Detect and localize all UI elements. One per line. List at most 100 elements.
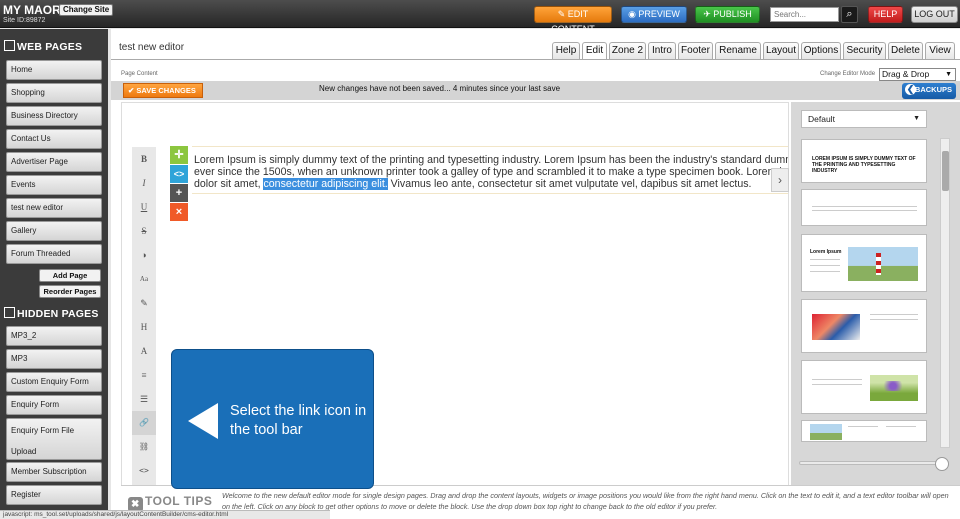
tab-edit[interactable]: Edit	[582, 42, 607, 59]
layout-thumbnail[interactable]	[801, 189, 927, 226]
thumbnail-title: LOREM IPSUM IS SIMPLY DUMMY TEXT OF THE …	[812, 156, 916, 174]
text-line	[812, 206, 917, 207]
sidebar-item-enquiry-form-file-upload[interactable]: Enquiry Form File Upload	[6, 418, 102, 460]
layout-thumbnail[interactable]	[801, 360, 927, 414]
font-color-icon[interactable]: A	[132, 339, 156, 363]
code-icon[interactable]: <>	[132, 459, 156, 483]
tab-divider	[111, 59, 960, 60]
lighthouse-shape	[876, 253, 881, 275]
sidebar-item-shopping[interactable]: Shopping	[6, 83, 102, 103]
tab-layout[interactable]: Layout	[763, 42, 799, 59]
eraser-icon[interactable]: ✎	[132, 291, 156, 315]
fabric-image	[812, 314, 860, 340]
layout-thumbnail[interactable]	[801, 420, 927, 442]
layouts-scrollbar[interactable]	[940, 138, 950, 448]
code-view-icon[interactable]: <>	[170, 165, 188, 183]
top-bar: MY MAORI Site ID:89872 Change Site ✎ EDI…	[0, 0, 960, 34]
bold-icon[interactable]: B	[132, 147, 156, 171]
web-pages-heading: WEB PAGES	[4, 40, 82, 53]
flowers-image	[870, 375, 918, 401]
page-title: test new editor	[119, 42, 185, 53]
save-changes-button[interactable]: ✔ SAVE CHANGES	[123, 83, 203, 98]
sidebar-item-home[interactable]: Home	[6, 60, 102, 80]
list-icon[interactable]: ☰	[132, 387, 156, 411]
publish-button[interactable]: ✈ PUBLISH	[695, 6, 760, 23]
tooltip-text: Select the link icon in the tool bar	[230, 403, 367, 438]
sidebar-item-test-new-editor[interactable]: test new editor	[6, 198, 102, 218]
sidebar-item-enquiry-form[interactable]: Enquiry Form	[6, 395, 102, 415]
help-button[interactable]: HELP	[868, 6, 903, 23]
chevron-down-icon: ▼	[945, 71, 952, 78]
collapse-panel-button[interactable]: ›	[771, 168, 789, 192]
tab-intro[interactable]: Intro	[648, 42, 676, 59]
strikethrough-icon[interactable]: S	[132, 219, 156, 243]
tab-footer[interactable]: Footer	[678, 42, 713, 59]
text-line	[812, 210, 917, 211]
chevron-right-icon: ›	[778, 173, 782, 187]
backups-button[interactable]: ❮ BACKUPS	[902, 83, 956, 99]
scrollbar-thumb[interactable]	[942, 151, 949, 191]
sidebar-item-member-subscription[interactable]: Member Subscription	[6, 462, 102, 482]
link-icon[interactable]: 🔗	[132, 411, 156, 435]
text-line: Lorem Ipsum is simply dummy text of the …	[194, 154, 789, 166]
sidebar-item-business-directory[interactable]: Business Directory	[6, 106, 102, 126]
text-line	[810, 271, 840, 272]
text-line	[812, 379, 862, 380]
chevron-down-icon: ▼	[913, 115, 920, 122]
sidebar-item-mp3-2[interactable]: MP3_2	[6, 326, 102, 346]
align-icon[interactable]: ≡	[132, 363, 156, 387]
sidebar-item-events[interactable]: Events	[6, 175, 102, 195]
italic-icon[interactable]: I	[132, 171, 156, 195]
underline-icon[interactable]: U	[132, 195, 156, 219]
text-line: ever since the 1500s, when an unknown pr…	[194, 166, 789, 178]
move-icon[interactable]: ✛	[170, 146, 188, 164]
text-line	[870, 314, 918, 315]
sidebar-item-gallery[interactable]: Gallery	[6, 221, 102, 241]
add-icon[interactable]: +	[170, 184, 188, 202]
tab-security[interactable]: Security	[843, 42, 886, 59]
thumbnail-title: Lorem Ipsum	[810, 249, 842, 255]
change-site-button[interactable]: Change Site	[59, 4, 114, 16]
site-title: MY MAORI	[3, 3, 65, 17]
sidebar-item-forum-threaded[interactable]: Forum Threaded	[6, 244, 102, 264]
text-block[interactable]: Lorem Ipsum is simply dummy text of the …	[192, 146, 789, 194]
logout-button[interactable]: LOG OUT	[911, 6, 958, 23]
editor-mode-select[interactable]: Drag & Drop ▼	[879, 68, 956, 81]
layout-thumbnail[interactable]: LOREM IPSUM IS SIMPLY DUMMY TEXT OF THE …	[801, 139, 927, 183]
tab-rename[interactable]: Rename	[715, 42, 761, 59]
close-icon[interactable]: ×	[170, 203, 188, 221]
edit-content-button[interactable]: ✎ EDIT CONTENT	[534, 6, 612, 34]
tab-delete[interactable]: Delete	[888, 42, 923, 59]
eye-icon: ◉	[628, 9, 639, 19]
text-line	[810, 265, 840, 266]
unlink-icon[interactable]: ⛓	[132, 435, 156, 459]
layout-thumbnail[interactable]: Lorem Ipsum	[801, 234, 927, 292]
add-page-button[interactable]: Add Page	[39, 269, 101, 282]
tab-view[interactable]: View	[925, 42, 955, 59]
sidebar-item-contact-us[interactable]: Contact Us	[6, 129, 102, 149]
font-size-icon[interactable]: Aa	[132, 267, 156, 291]
heading-icon[interactable]: H	[132, 315, 156, 339]
save-status-message: New changes have not been saved... 4 min…	[319, 84, 561, 93]
tab-options[interactable]: Options	[801, 42, 841, 59]
sidebar-item-custom-enquiry-form[interactable]: Custom Enquiry Form	[6, 372, 102, 392]
sidebar-item-mp3[interactable]: MP3	[6, 349, 102, 369]
save-bar: ✔ SAVE CHANGES New changes have not been…	[111, 81, 960, 100]
preview-button[interactable]: ◉ PREVIEW	[621, 6, 687, 23]
zoom-slider-handle[interactable]	[935, 457, 949, 471]
search-button[interactable]: ⌕	[841, 6, 858, 23]
tool-tips-text: Welcome to the new default editor mode f…	[222, 491, 949, 511]
change-mode-label: Change Editor Mode	[820, 71, 876, 77]
search-input[interactable]	[770, 7, 839, 22]
layout-category-select[interactable]: Default ▼	[801, 110, 927, 128]
zoom-slider-track[interactable]	[799, 461, 947, 465]
reorder-pages-button[interactable]: Reorder Pages	[39, 285, 101, 298]
tab-zone-2[interactable]: Zone 2	[609, 42, 646, 59]
tab-help[interactable]: Help	[552, 42, 580, 59]
layout-thumbnail[interactable]	[801, 299, 927, 353]
sidebar-item-advertiser-page[interactable]: Advertiser Page	[6, 152, 102, 172]
sidebar-item-register[interactable]: Register	[6, 485, 102, 505]
format-toolbar: B I U S ◑ Aa ✎ H A ≡ ☰ 🔗 ⛓ <>	[132, 147, 156, 487]
contrast-icon[interactable]: ◑	[132, 243, 156, 267]
pencil-icon: ✎	[557, 9, 568, 19]
